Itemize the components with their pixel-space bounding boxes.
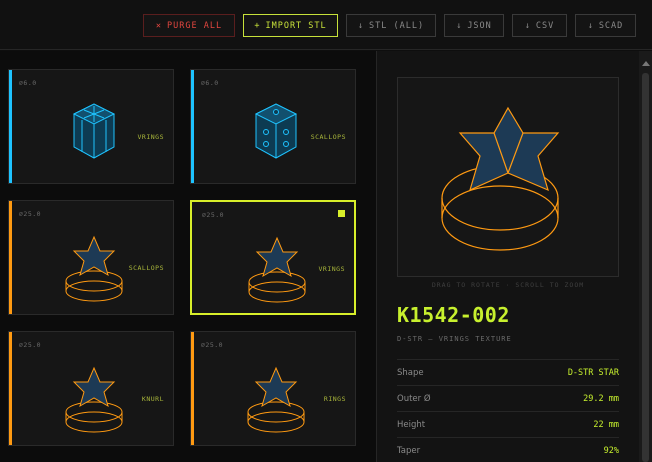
- download-icon: ↓: [587, 20, 594, 31]
- card-diameter: ⌀6.0: [201, 79, 219, 87]
- card-accent-bar: [9, 201, 12, 314]
- card-texture: VRINGS: [318, 265, 345, 273]
- download-stl-all-button[interactable]: ↓ STL (ALL): [346, 14, 436, 37]
- property-value: D-STR STAR: [567, 367, 619, 378]
- model-card-selected[interactable]: ⌀25.0 VRINGS: [190, 200, 356, 315]
- property-label: Shape: [397, 367, 424, 378]
- model-card[interactable]: ⌀6.0 VRINGS: [8, 69, 174, 184]
- property-row: Taper 92%: [397, 437, 619, 462]
- scrollbar[interactable]: [639, 51, 652, 462]
- hex-model-thumbnail: [72, 103, 116, 159]
- purge-all-label: PURGE ALL: [167, 20, 223, 31]
- download-scad-label: SCAD: [598, 20, 624, 31]
- card-diameter: ⌀25.0: [202, 211, 225, 219]
- card-texture: VRINGS: [137, 133, 164, 141]
- card-texture: SCALLOPS: [128, 264, 164, 272]
- model-card[interactable]: ⌀25.0 RINGS: [190, 331, 356, 446]
- download-json-label: JSON: [467, 20, 492, 31]
- star-ring-model-preview: [441, 106, 560, 251]
- model-grid: ⌀6.0 VRINGS ⌀6.0 SCALLOPS ⌀25.0 SCALLOPS…: [0, 51, 376, 462]
- card-texture: SCALLOPS: [310, 133, 346, 141]
- star-ring-model-thumbnail: [65, 366, 123, 433]
- property-row: Outer Ø 29.2 mm: [397, 385, 619, 411]
- download-json-button[interactable]: ↓ JSON: [444, 14, 504, 37]
- model-card[interactable]: ⌀25.0 KNURL: [8, 331, 174, 446]
- purge-all-button[interactable]: ✕ PURGE ALL: [143, 14, 235, 37]
- model-card[interactable]: ⌀25.0 SCALLOPS: [8, 200, 174, 315]
- download-stl-all-label: STL (ALL): [369, 20, 425, 31]
- card-accent-bar: [9, 70, 12, 183]
- property-label: Taper: [397, 445, 421, 456]
- part-code: K1542-002: [397, 303, 510, 327]
- card-texture: RINGS: [323, 395, 346, 403]
- property-value: 29.2 mm: [583, 393, 619, 404]
- hex-model-thumbnail: [254, 103, 298, 159]
- card-diameter: ⌀25.0: [19, 210, 42, 218]
- card-diameter: ⌀6.0: [19, 79, 37, 87]
- viewer-hint: DRAG TO ROTATE · SCROLL TO ZOOM: [431, 281, 585, 289]
- download-scad-button[interactable]: ↓ SCAD: [575, 14, 636, 37]
- toolbar: ✕ PURGE ALL + IMPORT STL ↓ STL (ALL) ↓ J…: [0, 0, 652, 50]
- card-accent-bar: [191, 332, 194, 445]
- star-ring-model-thumbnail: [248, 236, 306, 303]
- card-accent-bar: [191, 70, 194, 183]
- download-csv-button[interactable]: ↓ CSV: [512, 14, 567, 37]
- card-diameter: ⌀25.0: [19, 341, 42, 349]
- property-value: 92%: [603, 445, 619, 456]
- download-icon: ↓: [524, 20, 531, 31]
- detail-panel: DRAG TO ROTATE · SCROLL TO ZOOM K1542-00…: [377, 51, 639, 462]
- download-icon: ↓: [357, 20, 365, 31]
- property-value: 22 mm: [593, 419, 619, 430]
- import-stl-label: IMPORT STL: [265, 20, 327, 31]
- star-ring-model-thumbnail: [247, 366, 305, 433]
- import-stl-button[interactable]: + IMPORT STL: [243, 14, 338, 37]
- star-ring-model-thumbnail: [65, 235, 123, 302]
- 3d-viewer[interactable]: [397, 77, 619, 277]
- card-accent-bar: [9, 332, 12, 445]
- part-subtitle: D-STR — VRINGS TEXTURE: [397, 335, 512, 343]
- model-card[interactable]: ⌀6.0 SCALLOPS: [190, 69, 356, 184]
- property-label: Outer Ø: [397, 393, 431, 404]
- scroll-up-arrow-icon[interactable]: [642, 61, 650, 66]
- plus-icon: +: [254, 20, 261, 31]
- download-csv-label: CSV: [535, 20, 555, 31]
- property-row: Shape D-STR STAR: [397, 359, 619, 385]
- download-icon: ↓: [456, 20, 463, 31]
- card-diameter: ⌀25.0: [201, 341, 224, 349]
- selected-indicator: [338, 210, 345, 217]
- scrollbar-thumb[interactable]: [642, 73, 649, 462]
- property-row: Height 22 mm: [397, 411, 619, 437]
- x-icon: ✕: [155, 20, 163, 31]
- card-texture: KNURL: [141, 395, 164, 403]
- property-label: Height: [397, 419, 426, 430]
